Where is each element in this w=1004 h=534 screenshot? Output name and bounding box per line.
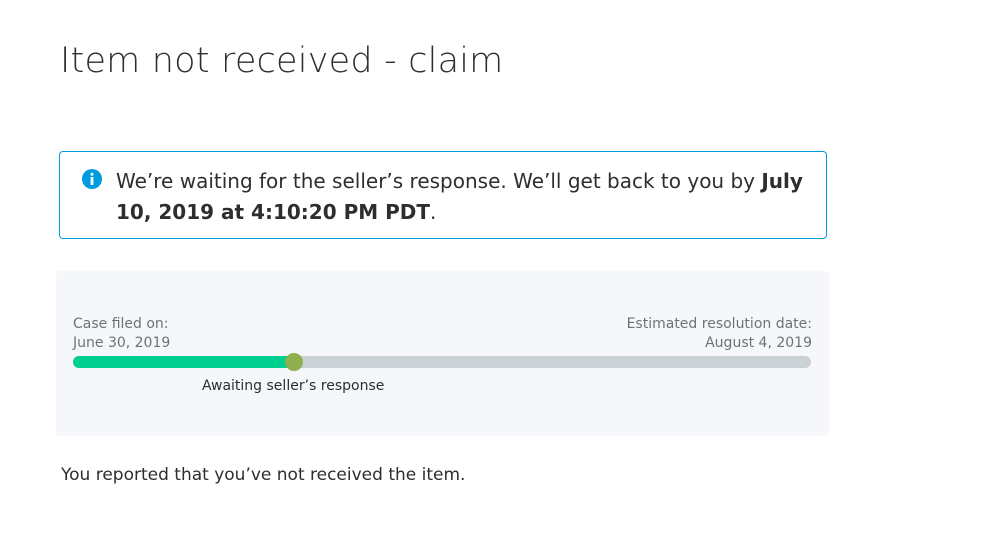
estimated-resolution-date: August 4, 2019 xyxy=(705,335,812,351)
report-summary: You reported that you’ve not received th… xyxy=(61,465,466,485)
case-filed-label: Case filed on: xyxy=(73,316,169,332)
progress-bar xyxy=(73,353,811,371)
status-alert: We’re waiting for the seller’s response.… xyxy=(59,151,827,239)
case-filed-date: June 30, 2019 xyxy=(73,335,171,351)
page-title: Item not received - claim xyxy=(60,41,504,81)
progress-bar-fill xyxy=(73,356,295,368)
current-stage-label: Awaiting seller’s response xyxy=(202,378,385,394)
alert-message-suffix: . xyxy=(430,200,437,224)
estimated-resolution-label: Estimated resolution date: xyxy=(626,316,812,332)
progress-marker xyxy=(285,353,304,371)
case-progress-tracker: Case filed on: June 30, 2019 Estimated r… xyxy=(56,271,829,436)
info-icon xyxy=(82,169,102,189)
alert-message-prefix: We’re waiting for the seller’s response.… xyxy=(116,169,762,193)
alert-message: We’re waiting for the seller’s response.… xyxy=(116,166,806,228)
